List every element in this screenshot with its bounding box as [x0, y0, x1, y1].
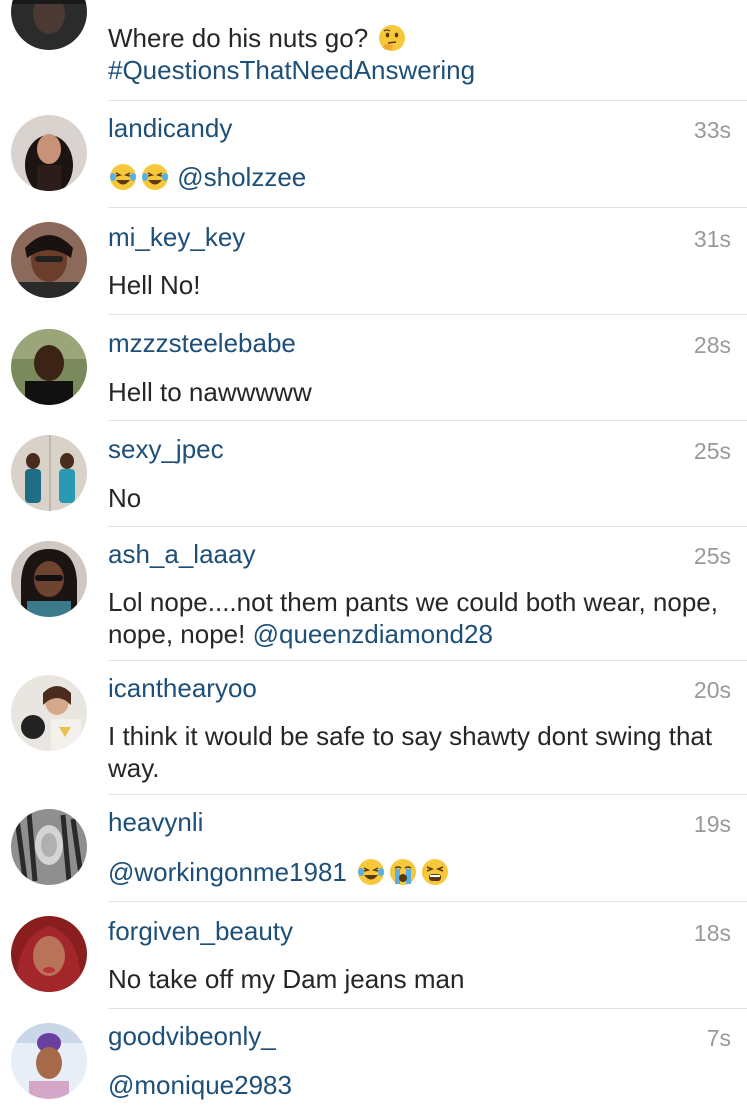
avatar[interactable] [11, 809, 87, 885]
avatar[interactable] [11, 675, 87, 751]
comment-text-content: Where do his nuts go? [108, 23, 369, 53]
loudly-crying-icon [390, 859, 417, 885]
comment-username[interactable]: forgiven_beauty [108, 916, 293, 946]
comment-timestamp: 7s [706, 1025, 731, 1051]
comment-username[interactable]: landicandy [108, 113, 232, 143]
avatar[interactable] [11, 435, 87, 511]
avatar[interactable] [11, 329, 87, 405]
avatar[interactable] [11, 222, 87, 298]
mention-link[interactable]: @sholzzee [177, 162, 306, 192]
comment-timestamp: 18s [693, 920, 731, 946]
comment-text: @sholzzee [108, 161, 733, 193]
laughing-tears-icon [142, 164, 168, 190]
comment-timestamp: 25s [693, 438, 731, 464]
comment-text: @monique2983 [108, 1069, 733, 1101]
comment-item: icanthearyoo 20s I think it would be saf… [0, 661, 747, 794]
comment-item: mi_key_key 31s Hell No! [0, 208, 747, 314]
comment-text: Hell to nawwwww [108, 377, 312, 407]
avatar[interactable] [11, 0, 87, 50]
comment-username[interactable]: mzzzsteelebabe [108, 328, 296, 358]
comment-timestamp: 20s [693, 677, 731, 703]
comment-item: mzzzsteelebabe 28s Hell to nawwwww [0, 315, 747, 421]
comment-timestamp: 31s [693, 226, 731, 252]
thinking-face-icon [379, 25, 406, 51]
avatar[interactable] [11, 115, 87, 191]
comment-timestamp: 25s [693, 543, 731, 569]
mention-link[interactable]: @workingonme1981 [108, 857, 347, 887]
comment-username[interactable]: mi_key_key [108, 222, 245, 252]
laughing-tears-icon [110, 164, 136, 190]
comment-text: Lol nope....not them pants we could both… [108, 586, 733, 650]
comment-text: Where do his nuts go? #QuestionsThatNeed… [108, 22, 733, 86]
comment-timestamp: 28s [693, 332, 731, 358]
tired-face-icon [422, 859, 449, 885]
comment-text: I think it would be safe to say shawty d… [108, 721, 713, 783]
comment-item: landicandy 33s @sholzzee [0, 101, 747, 207]
comment-item: ash_a_laaay 25s Lol nope....not them pan… [0, 527, 747, 660]
comment-username[interactable]: heavynli [108, 807, 203, 837]
laughing-tears-icon [358, 859, 385, 885]
comment-item: forgiven_beauty 18s No take off my Dam j… [0, 902, 747, 1008]
avatar[interactable] [11, 1023, 87, 1099]
mention-link[interactable]: @monique2983 [108, 1070, 292, 1100]
avatar[interactable] [11, 916, 87, 992]
avatar[interactable] [11, 541, 87, 617]
comment-text: No [108, 483, 142, 513]
comment-text: @workingonme1981 [108, 856, 733, 888]
comment-item: goodvibeonly_ 7s @monique2983 [0, 1009, 747, 1114]
comment-item: heavynli 19s @workingonme1981 [0, 795, 747, 901]
comment-username[interactable]: goodvibeonly_ [108, 1021, 276, 1051]
hashtag-link[interactable]: #QuestionsThatNeedAnswering [108, 55, 475, 85]
comment-item: Where do his nuts go? #QuestionsThatNeed… [0, 0, 747, 100]
mention-link[interactable]: @queenzdiamond28 [253, 619, 493, 649]
comment-item: sexy_jpec 25s No [0, 421, 747, 527]
comment-timestamp: 19s [693, 811, 731, 837]
comment-username[interactable]: icanthearyoo [108, 673, 257, 703]
comment-timestamp: 33s [693, 117, 731, 143]
comment-username[interactable]: ash_a_laaay [108, 539, 255, 569]
comment-username[interactable]: sexy_jpec [108, 434, 224, 464]
comment-text: No take off my Dam jeans man [108, 964, 465, 994]
comment-text: Hell No! [108, 270, 201, 300]
